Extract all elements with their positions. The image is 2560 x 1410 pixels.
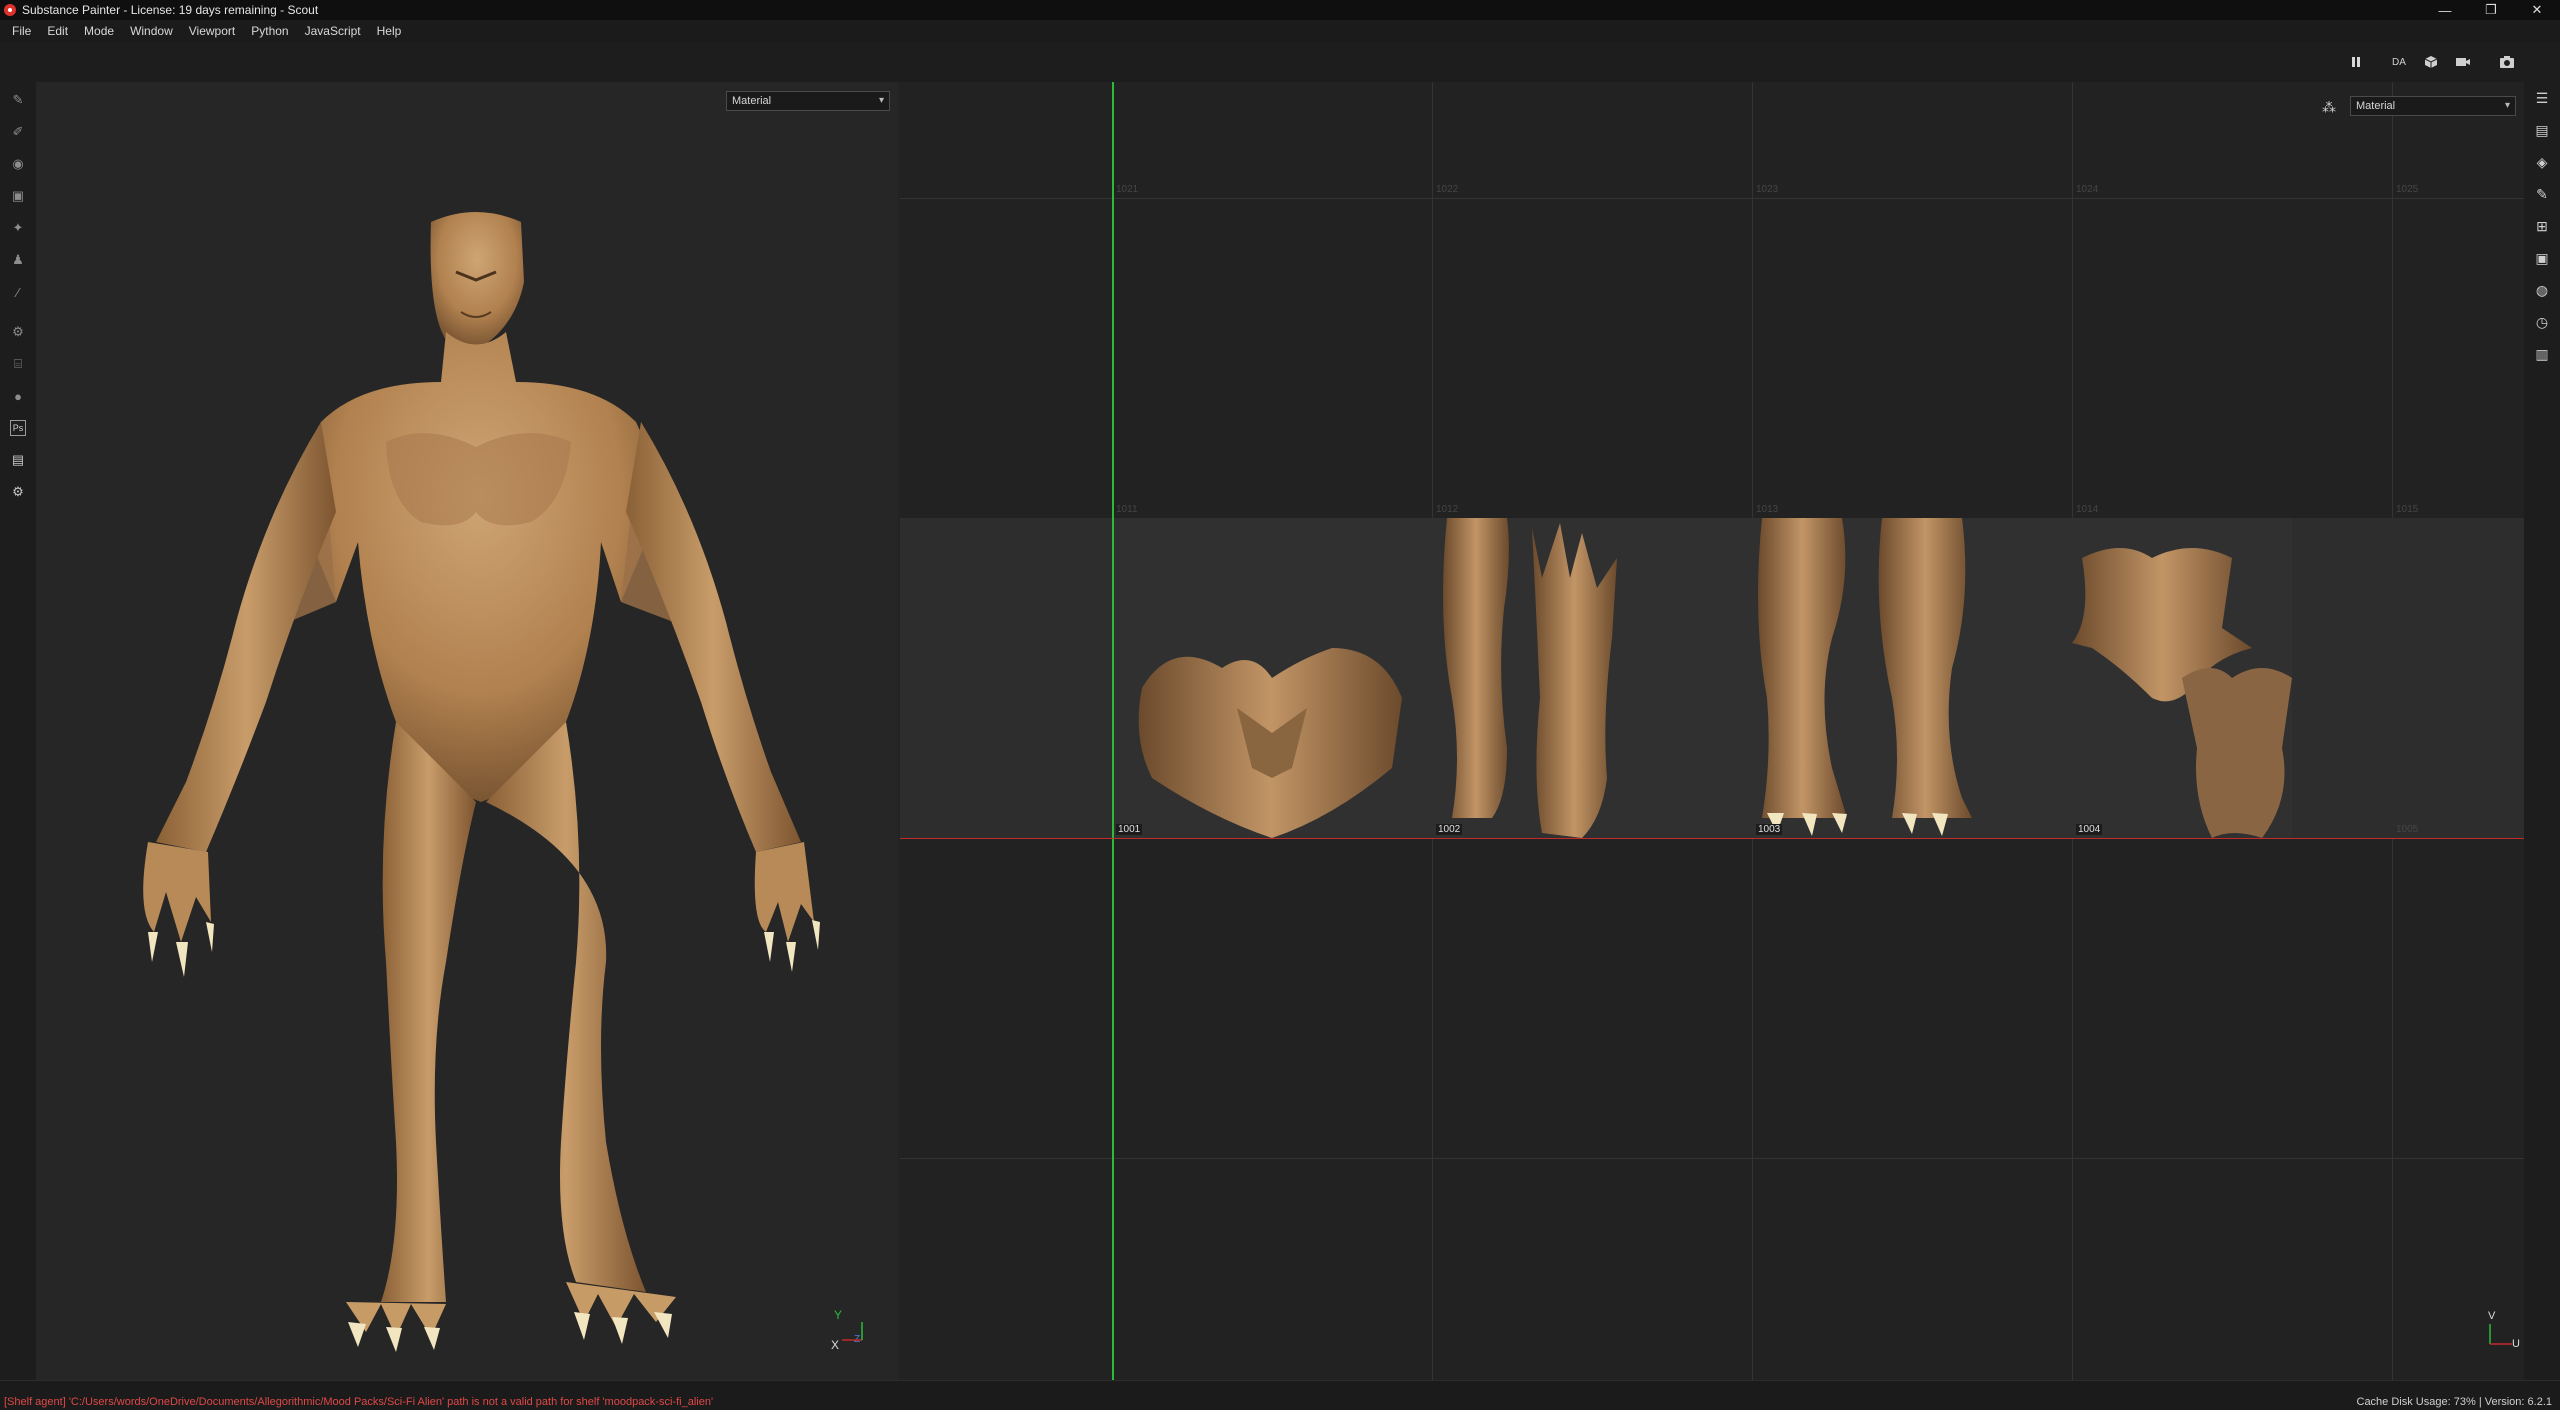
window-title: Substance Painter - License: 19 days rem… [22, 3, 319, 17]
status-right: Cache Disk Usage: 73% | Version: 6.2.1 [2357, 1396, 2553, 1408]
tile-label-1023: 1023 [1756, 184, 1779, 195]
tile-label-1004[interactable]: 1004 [2076, 824, 2103, 835]
uv-islands-render [1138, 518, 2292, 838]
paint-brush-icon[interactable]: ✎ [8, 90, 28, 110]
alien-model-render [143, 212, 820, 1352]
uv-axis-gizmo-icon [2489, 1324, 2512, 1345]
brush-properties-icon[interactable]: ✎ [2532, 184, 2552, 204]
settings-icon[interactable]: ⚙ [8, 482, 28, 502]
menu-viewport[interactable]: Viewport [181, 20, 243, 42]
polygon-fill-icon[interactable]: ▣ [8, 186, 28, 206]
substance-logo-icon [4, 4, 16, 16]
tile-label-1015: 1015 [2396, 504, 2419, 515]
ps-label: Ps [12, 423, 24, 433]
tile-label-1022: 1022 [1436, 184, 1459, 195]
grid-line [900, 1158, 2524, 1159]
tile-label-1024: 1024 [2076, 184, 2099, 195]
sphere-icon[interactable]: ● [8, 386, 28, 406]
grid-line [900, 198, 2524, 199]
cache-value: 73% [2453, 1396, 2476, 1408]
status-bar: [Shelf agent] 'C:/Users/words/OneDrive/D… [0, 1380, 2560, 1410]
viewport-uv-mode-value: Material [2356, 100, 2396, 112]
display-settings-icon[interactable]: ▣ [2532, 248, 2552, 268]
viewport-3d[interactable]: Material ▾ Y X [36, 82, 898, 1380]
menu-javascript[interactable]: JavaScript [297, 20, 369, 42]
left-toolbar: ✎ ✐ ◉ ▣ ✦ ♟ ⁄ ⚙ ⌸ ● Ps ▤ ⚙ [0, 82, 36, 1380]
u-axis-line [900, 838, 2524, 839]
axis-v-label: V [2488, 1310, 2496, 1322]
cube-icon[interactable] [2420, 52, 2442, 72]
close-button[interactable]: ✕ [2514, 0, 2560, 20]
cache-label: Cache Disk Usage: [2356, 1396, 2451, 1408]
dla-icon[interactable]: DA [2388, 52, 2410, 72]
tile-label-1025: 1025 [2396, 184, 2419, 195]
pause-icon[interactable] [2345, 52, 2367, 72]
projection-icon[interactable]: ◉ [8, 154, 28, 174]
dla-label: DA [2392, 56, 2406, 68]
tile-label-1014: 1014 [2076, 504, 2099, 515]
smudge-icon[interactable]: ✦ [8, 218, 28, 238]
eraser-icon[interactable]: ✐ [8, 122, 28, 142]
menu-bar: File Edit Mode Window Viewport Python Ja… [0, 20, 2560, 42]
uv-display-options-icon[interactable]: ⁂ [2320, 98, 2338, 116]
log-icon[interactable]: ▥ [2532, 344, 2552, 364]
layers-icon[interactable]: ◈ [2532, 152, 2552, 172]
restore-button[interactable]: ❐ [2468, 0, 2514, 20]
status-message: [Shelf agent] 'C:/Users/words/OneDrive/D… [4, 1396, 714, 1408]
bucket-icon[interactable]: ⌸ [8, 354, 28, 374]
export-icon[interactable]: ▤ [8, 450, 28, 470]
texture-set-icon[interactable]: ▤ [2532, 120, 2552, 140]
right-toolbar: ☰ ▤ ◈ ✎ ⊞ ▣ ◍ ◷ ▥ [2524, 82, 2560, 1380]
tile-label-1003[interactable]: 1003 [1756, 824, 1783, 835]
tile-label-1013: 1013 [1756, 504, 1779, 515]
menu-mode[interactable]: Mode [76, 20, 122, 42]
photoshop-icon[interactable]: Ps [10, 420, 26, 436]
gear-icon[interactable]: ⚙ [8, 322, 28, 342]
tile-label-1002[interactable]: 1002 [1436, 824, 1463, 835]
shader-icon[interactable]: ◍ [2532, 280, 2552, 300]
uv-grid-icon[interactable]: ⊞ [2532, 216, 2552, 236]
camera-icon[interactable] [2452, 52, 2474, 72]
clone-stamp-icon[interactable]: ♟ [8, 250, 28, 270]
top-toolbar: DA [0, 42, 2560, 82]
menu-window[interactable]: Window [122, 20, 181, 42]
viewport-uv[interactable]: 1021 1022 1023 1024 1025 1011 1012 1013 … [900, 82, 2524, 1380]
menu-help[interactable]: Help [369, 20, 410, 42]
color-picker-icon[interactable]: ⁄ [8, 282, 28, 302]
tile-label-1012: 1012 [1436, 504, 1459, 515]
title-bar: Substance Painter - License: 19 days rem… [0, 0, 2560, 20]
screenshot-icon[interactable] [2496, 52, 2518, 72]
viewport-uv-mode-dropdown[interactable]: Material ▾ [2350, 96, 2516, 116]
menu-edit[interactable]: Edit [39, 20, 76, 42]
minimize-button[interactable]: — [2422, 0, 2468, 20]
menu-python[interactable]: Python [243, 20, 296, 42]
version-label: | Version: 6.2.1 [2478, 1396, 2552, 1408]
tile-label-1005: 1005 [2396, 824, 2419, 835]
tile-label-1021: 1021 [1116, 184, 1139, 195]
layers-list-icon[interactable]: ☰ [2532, 88, 2552, 108]
tile-label-1011: 1011 [1116, 504, 1138, 515]
history-icon[interactable]: ◷ [2532, 312, 2552, 332]
tile-label-1001[interactable]: 1001 [1116, 824, 1143, 835]
axis-gizmo-icon [842, 1322, 863, 1341]
menu-file[interactable]: File [4, 20, 39, 42]
